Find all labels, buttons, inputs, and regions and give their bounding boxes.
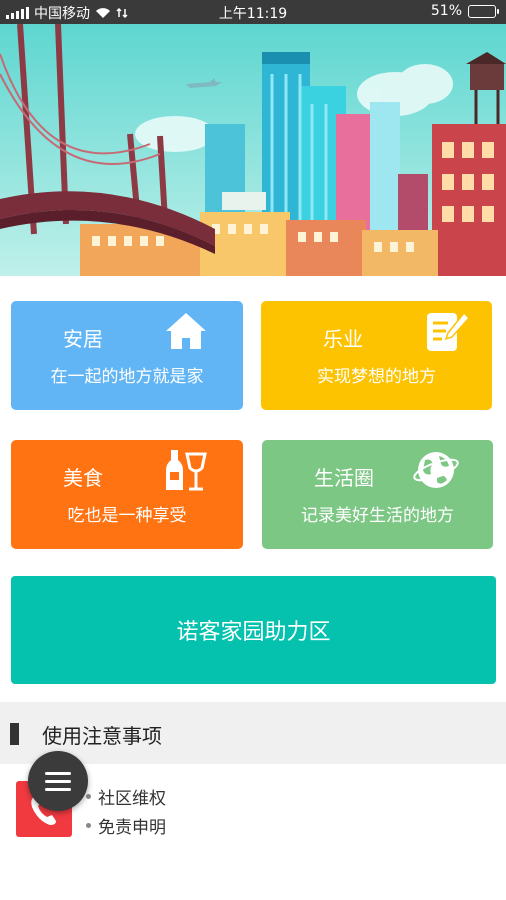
- tile-anju[interactable]: 安居 在一起的地方就是家: [11, 301, 243, 410]
- tile-meishi-subtitle: 吃也是一种享受: [67, 506, 187, 526]
- tile-meishi-title: 美食: [63, 466, 103, 490]
- house-icon: [166, 313, 206, 349]
- tile-anju-subtitle: 在一起的地方就是家: [50, 367, 204, 387]
- battery-icon: [468, 4, 499, 18]
- notepad-pen-icon: [427, 311, 470, 351]
- bullet-icon: [86, 823, 91, 828]
- status-bar: 中国移动 上午11:19 51%: [0, 0, 506, 24]
- tile-leye[interactable]: 乐业 实现梦想的地方: [261, 301, 492, 410]
- wine-bottle-glass-icon: [166, 450, 207, 491]
- battery-percent: 51%: [430, 3, 462, 19]
- link-disclaimer[interactable]: 免责申明: [86, 811, 166, 840]
- menu-icon: [45, 771, 71, 775]
- floating-menu-button[interactable]: [28, 751, 88, 811]
- tile-shenghuoquan-title: 生活圈: [314, 466, 374, 490]
- city-banner: [0, 24, 506, 276]
- section-marker: [10, 723, 19, 745]
- globe-icon: [413, 452, 459, 488]
- notice-heading: 使用注意事项: [42, 724, 162, 748]
- notice-links: 社区维权 免责申明: [86, 782, 166, 840]
- tile-leye-subtitle: 实现梦想的地方: [317, 367, 436, 387]
- city-illustration: [0, 24, 506, 276]
- tile-shenghuoquan-subtitle: 记录美好生活的地方: [301, 506, 454, 526]
- tile-anju-title: 安居: [63, 327, 103, 351]
- bullet-icon: [86, 794, 91, 799]
- tile-meishi[interactable]: 美食 吃也是一种享受: [11, 440, 243, 549]
- help-zone-button[interactable]: 诺客家园助力区: [11, 576, 496, 684]
- tile-shenghuoquan[interactable]: 生活圈 记录美好生活的地方: [262, 440, 493, 549]
- link-community-rights[interactable]: 社区维权: [86, 782, 166, 811]
- link-disclaimer-label: 免责申明: [98, 818, 166, 838]
- notice-section-header: 使用注意事项: [0, 702, 506, 764]
- link-community-rights-label: 社区维权: [98, 789, 166, 809]
- tile-leye-title: 乐业: [323, 327, 363, 351]
